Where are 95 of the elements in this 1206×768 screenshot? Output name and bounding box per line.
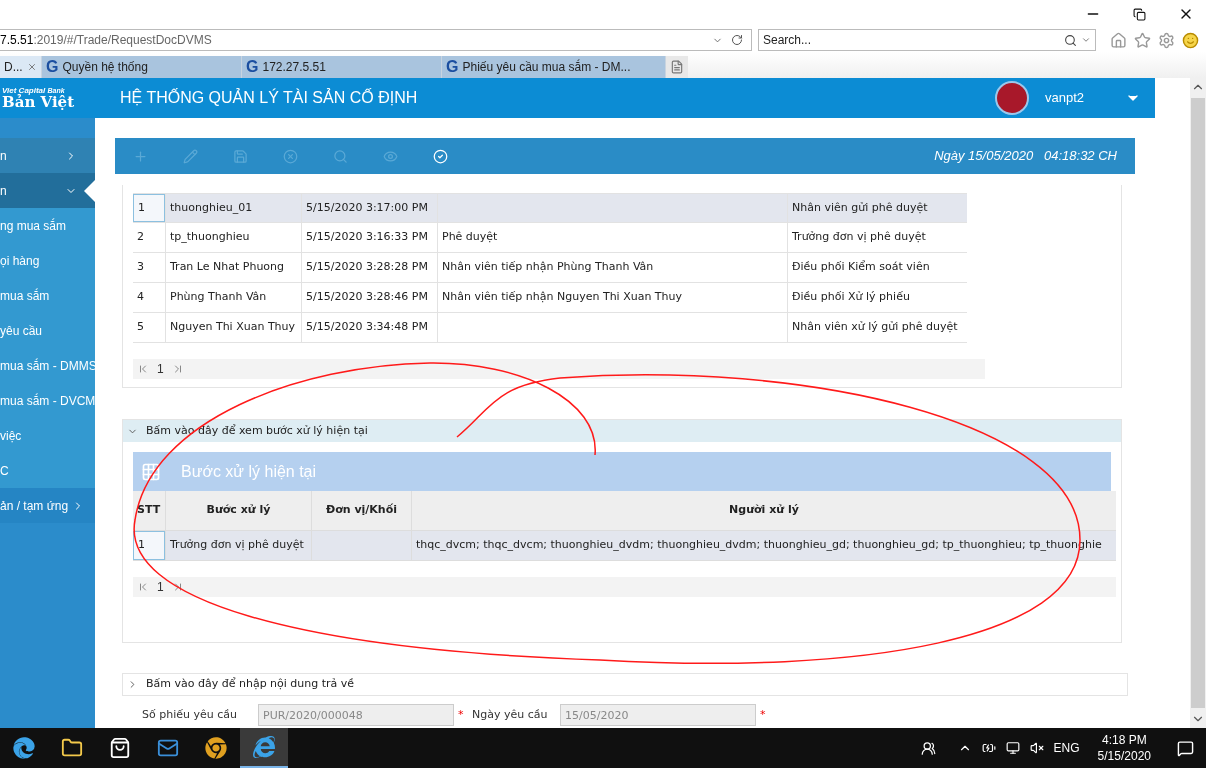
history-row[interactable]: 5 Nguyen Thi Xuan Thuy 5/15/2020 3:34:48 PM Nhân viên xử lý gửi phê duyệt (133, 313, 967, 343)
smiley-icon[interactable] (1182, 31, 1199, 49)
browser-tab[interactable]: G Quyền hệ thống (42, 56, 242, 78)
ie-icon (253, 736, 275, 758)
table-cell: Nguyen Thi Xuan Thuy (170, 319, 296, 336)
history-row[interactable]: 1 thuonghieu_01 5/15/2020 3:17:00 PM Nhân viên gửi phê duyệt (133, 193, 967, 223)
column-header: Đơn vị/Khối (325, 502, 398, 519)
edge-icon (13, 737, 35, 759)
browser-tab[interactable]: G Phiếu yêu cầu mua sắm - DM... (442, 56, 666, 78)
clock-date[interactable]: 5/15/2020 (1097, 748, 1151, 764)
sidebar-item[interactable]: n (0, 138, 95, 173)
search-field[interactable]: Search... (758, 29, 1096, 51)
clock-time[interactable]: 4:18 PM (1101, 732, 1147, 748)
table-cell: Nhân viên xử lý gửi phê duyệt (792, 319, 958, 336)
field-label: Số phiếu yêu cầu (142, 706, 238, 723)
new-tab-icon[interactable] (670, 60, 684, 74)
table-cell: tp_thuonghieu (170, 229, 250, 246)
table-cell: Trưởng đơn vị phê duyệt (792, 229, 926, 246)
section-toggle[interactable]: Bấm vào đây để xem bước xử lý hiện tại (123, 420, 1121, 442)
tab-label: 172.27.5.51 (262, 59, 326, 76)
address-bar[interactable]: 7.5.51:2019/#/Trade/RequestDocDVMS (0, 29, 752, 51)
people-icon[interactable] (920, 740, 936, 756)
shopping-bag-icon (109, 737, 131, 759)
table-cell-text: 5/15/2020 3:17:00 PM (306, 199, 428, 216)
page-number[interactable]: 1 (157, 360, 164, 378)
app-title: HỆ THỐNG QUẢN LÝ TÀI SẢN CỐ ĐỊNH (120, 87, 419, 108)
table-cell: Trưởng đơn vị phê duyệt (170, 537, 304, 554)
address-text: 7.5.51:2019/#/Trade/RequestDocDVMS (0, 32, 213, 49)
table-cell-text: Nhân viên gửi phê duyệt (792, 199, 928, 216)
table-cell: 5/15/2020 3:28:28 PM (306, 259, 428, 276)
mail-icon (157, 737, 179, 759)
home-icon[interactable] (1110, 31, 1127, 49)
user-avatar[interactable] (995, 81, 1029, 115)
browser-tab[interactable]: G 172.27.5.51 (242, 56, 442, 78)
sidebar-item[interactable]: ản / tạm ứng (0, 488, 95, 523)
check-circle-icon[interactable] (433, 148, 448, 164)
chrome-icon (205, 737, 227, 759)
current-datetime: Ngày 15/05/2020 04:18:32 CH (934, 147, 1117, 166)
tab-label: Phiếu yêu cầu mua sắm - DM... (462, 58, 631, 76)
notifications-icon[interactable] (1177, 739, 1194, 757)
battery-icon[interactable] (981, 741, 996, 755)
scrollbar[interactable] (1190, 78, 1206, 728)
volume-muted-icon[interactable] (1029, 741, 1044, 755)
history-row[interactable]: 4 Phùng Thanh Vân 5/15/2020 3:28:46 PM Nhân viên tiếp nhận Nguyen Thi Xuan Thuy Điều phối Xử lý phiếu (133, 283, 967, 313)
table-cell: 1 (138, 537, 145, 554)
favicon-logo: G (246, 59, 259, 75)
language-indicator[interactable]: ENG (1053, 739, 1080, 757)
table-cell: 4 (137, 289, 144, 306)
table-cell-text: thuonghieu_01 (170, 199, 253, 216)
table-cell: Nhân viên tiếp nhận Nguyen Thi Xuan Thuy (442, 289, 683, 306)
column-header: Bước xử lý (206, 502, 271, 519)
bank-logo-name: Bản Việt (2, 94, 76, 110)
username[interactable]: vanpt2 (1045, 88, 1125, 108)
tab-label: Quyền hệ thống (62, 59, 148, 76)
refresh-icon[interactable] (731, 34, 743, 46)
table-cell: 5/15/2020 3:16:33 PM (306, 229, 428, 246)
column-header: STT (137, 502, 161, 519)
table-cell: Điều phối Xử lý phiếu (792, 289, 910, 306)
history-row[interactable]: 2 tp_thuonghieu 5/15/2020 3:16:33 PM Phê duyệt Trưởng đơn vị phê duyệt (133, 223, 967, 253)
table-cell: Phùng Thanh Vân (170, 289, 267, 306)
network-icon[interactable] (1005, 741, 1020, 755)
column-header: Người xử lý (729, 502, 799, 519)
restore-icon[interactable] (1133, 7, 1146, 21)
search-icon[interactable] (1064, 33, 1077, 47)
table-cell: 5/15/2020 3:28:46 PM (306, 289, 428, 306)
section-toggle[interactable]: Bấm vào đây để nhập nội dung trả về (122, 673, 1128, 696)
required-asterisk: * (760, 706, 767, 723)
field-label: Ngày yêu cầu (472, 706, 549, 723)
browser-tab[interactable]: D... (0, 56, 42, 78)
page-number[interactable]: 1 (157, 578, 164, 596)
required-asterisk: * (458, 706, 465, 723)
table-cell: 5 (137, 319, 144, 336)
table-cell: 3 (137, 259, 144, 276)
table-icon (141, 461, 161, 482)
table-cell: Phê duyệt (442, 229, 498, 246)
close-tab-icon[interactable] (26, 62, 37, 72)
panel-title: Bước xử lý hiện tại (181, 461, 317, 482)
table-cell-text: 1 (138, 199, 145, 216)
tab-label: D... (4, 59, 23, 76)
search-input[interactable]: Search... (763, 31, 1064, 49)
favicon-logo: G (46, 59, 59, 75)
table-cell: Điều phối Kiểm soát viên (792, 259, 930, 276)
first-page-icon[interactable] (137, 581, 149, 593)
table-cell: Tran Le Nhat Phuong (170, 259, 285, 276)
history-row[interactable]: 3 Tran Le Nhat Phuong 5/15/2020 3:28:28 PM Nhân viên tiếp nhận Phùng Thanh Vân Điều phối Kiểm soát viên (133, 253, 967, 283)
search-dropdown-caret-icon[interactable] (1081, 35, 1091, 45)
table-cell: 5/15/2020 3:34:48 PM (306, 319, 428, 336)
table-cell: 2 (137, 229, 144, 246)
favicon-logo: G (446, 59, 459, 75)
settings-icon[interactable] (1158, 31, 1175, 49)
table-cell: Nhân viên tiếp nhận Phùng Thanh Vân (442, 259, 654, 276)
sidebar-item[interactable]: n (0, 173, 95, 208)
folder-icon (61, 737, 83, 759)
favorites-star-icon[interactable] (1134, 31, 1151, 49)
first-page-icon[interactable] (137, 363, 149, 375)
